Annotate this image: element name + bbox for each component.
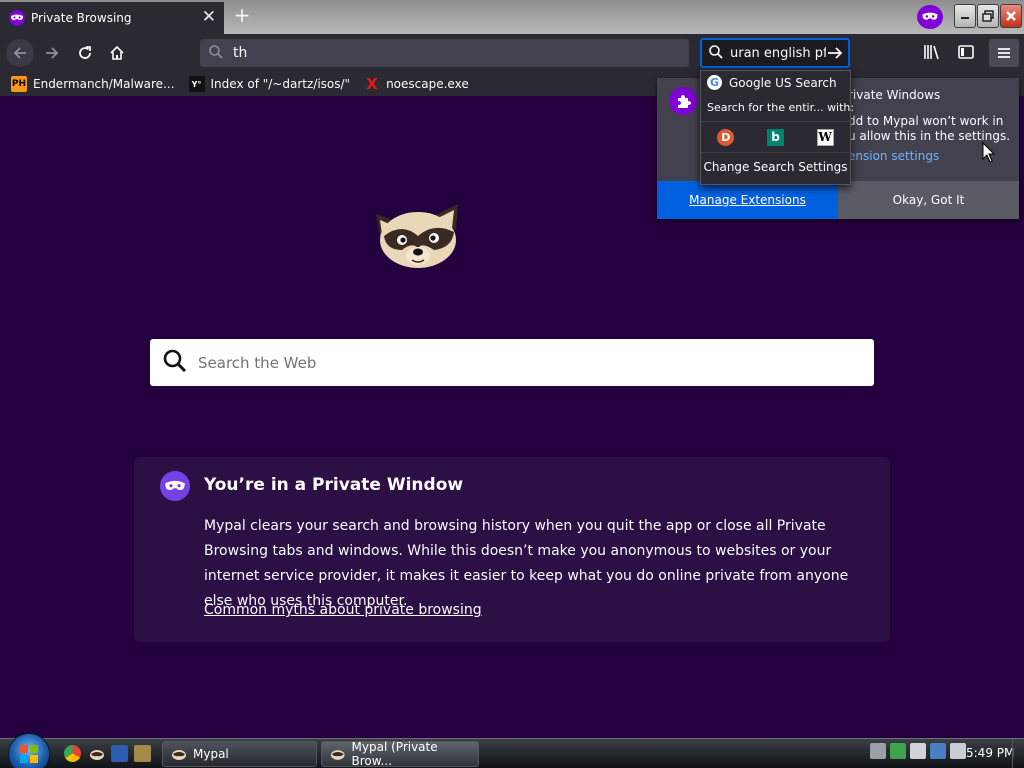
taskbar-item-mypal[interactable]: Mypal bbox=[162, 741, 317, 767]
bookmark-label: Index of "/~dartz/isos/" bbox=[210, 77, 351, 91]
tab-strip: Private Browsing ✕ + bbox=[0, 0, 1024, 34]
minimize-button[interactable] bbox=[954, 4, 976, 28]
bookmark-item[interactable]: X noescape.exe bbox=[364, 75, 469, 93]
app-icon[interactable] bbox=[134, 745, 151, 762]
url-input[interactable]: th bbox=[233, 45, 247, 61]
one-off-search-header: Search for the entir... with: bbox=[707, 101, 855, 114]
windows-taskbar: Mypal Mypal (Private Brow... 5:49 PM bbox=[0, 733, 1024, 768]
search-icon bbox=[208, 44, 224, 63]
close-window-button[interactable] bbox=[1000, 4, 1022, 28]
tab-title: Private Browsing bbox=[31, 11, 132, 25]
private-window-title: You’re in a Private Window bbox=[204, 475, 464, 495]
library-button[interactable] bbox=[922, 42, 942, 65]
tab-close-icon[interactable]: ✕ bbox=[202, 8, 216, 26]
private-mask-icon bbox=[160, 471, 190, 501]
mypal-quicklaunch-icon[interactable] bbox=[88, 745, 105, 762]
new-tab-button[interactable]: + bbox=[232, 4, 252, 26]
chrome-icon[interactable] bbox=[64, 745, 81, 762]
start-button[interactable] bbox=[8, 733, 50, 768]
system-tray bbox=[870, 743, 970, 759]
search-go-arrow-icon[interactable] bbox=[826, 44, 844, 65]
search-bar[interactable]: uran english pf bbox=[700, 38, 850, 68]
okay-got-it-button[interactable]: Okay, Got It bbox=[838, 181, 1019, 219]
wikipedia-icon[interactable]: W bbox=[816, 128, 834, 146]
x-favicon-icon: X bbox=[366, 75, 378, 93]
bing-icon[interactable]: b bbox=[766, 128, 784, 146]
one-off-search-engines: D b W bbox=[701, 121, 850, 153]
sidebar-toggle-button[interactable] bbox=[956, 42, 976, 65]
restore-button[interactable] bbox=[977, 4, 999, 28]
search-engine-current[interactable]: G Google US Search bbox=[707, 75, 837, 90]
show-desktop-button[interactable] bbox=[1012, 739, 1024, 768]
mouse-cursor-icon bbox=[982, 141, 996, 167]
raccoon-logo-icon bbox=[372, 196, 464, 279]
panel-heading: rivate Windows bbox=[848, 88, 941, 102]
duckduckgo-icon[interactable]: D bbox=[717, 128, 735, 146]
panel-text-line: u allow this in the settings. bbox=[848, 129, 1011, 143]
bookmark-item[interactable]: PH Endermanch/Malware... bbox=[11, 76, 175, 92]
search-icon bbox=[708, 44, 724, 63]
taskbar-item-mypal-private[interactable]: Mypal (Private Brow... bbox=[321, 740, 479, 768]
taskbar-item-label: Mypal bbox=[193, 747, 229, 761]
home-button[interactable] bbox=[103, 39, 131, 67]
manage-extensions-button[interactable]: Manage Extensions bbox=[657, 181, 838, 219]
private-mask-icon bbox=[9, 10, 25, 26]
puzzle-piece-icon bbox=[669, 87, 697, 115]
bookmark-item[interactable]: Y° Index of "/~dartz/isos/" bbox=[188, 76, 351, 92]
tray-monitor-icon[interactable] bbox=[930, 743, 946, 759]
search-suggestions-popup: G Google US Search Search for the entir.… bbox=[700, 70, 855, 185]
search-icon bbox=[162, 348, 188, 377]
private-window-description: Mypal clears your search and browsing hi… bbox=[204, 518, 849, 609]
web-search-box[interactable]: Search the Web bbox=[150, 339, 874, 386]
search-input[interactable]: uran english pf bbox=[730, 46, 826, 61]
clock[interactable]: 5:49 PM bbox=[966, 746, 1014, 760]
forward-button[interactable] bbox=[38, 39, 66, 67]
google-icon: G bbox=[707, 75, 722, 90]
tray-status-icon[interactable] bbox=[910, 743, 926, 759]
tab-private-browsing[interactable]: Private Browsing ✕ bbox=[0, 2, 224, 34]
bookmark-label: Endermanch/Malware... bbox=[33, 77, 175, 91]
extension-settings-link[interactable]: ension settings bbox=[848, 149, 939, 163]
volume-muted-icon[interactable] bbox=[950, 743, 966, 759]
private-browsing-indicator-icon bbox=[917, 5, 943, 29]
back-button[interactable] bbox=[6, 39, 34, 67]
pornhub-favicon-icon: PH bbox=[11, 76, 27, 92]
search-placeholder: Search the Web bbox=[198, 353, 317, 372]
tray-network-icon[interactable] bbox=[890, 743, 906, 759]
tray-app-icon[interactable] bbox=[870, 743, 886, 759]
private-browsing-myths-link[interactable]: Common myths about private browsing bbox=[204, 602, 482, 618]
url-bar[interactable]: th bbox=[200, 39, 689, 67]
engine-name: Google US Search bbox=[729, 75, 837, 90]
taskbar-item-label: Mypal (Private Brow... bbox=[351, 740, 438, 768]
private-window-info-card: You’re in a Private Window Mypal clears … bbox=[134, 457, 890, 642]
yp-favicon-icon: Y° bbox=[188, 76, 205, 92]
reload-button[interactable] bbox=[71, 39, 99, 67]
monitor-icon[interactable] bbox=[111, 745, 128, 762]
app-menu-button[interactable] bbox=[989, 39, 1019, 67]
panel-text-line: dd to Mypal won’t work in bbox=[848, 114, 1004, 128]
bookmark-label: noescape.exe bbox=[386, 77, 469, 91]
change-search-settings-button[interactable]: Change Search Settings bbox=[701, 160, 850, 174]
navigation-toolbar: th uran english pf bbox=[0, 34, 1024, 72]
